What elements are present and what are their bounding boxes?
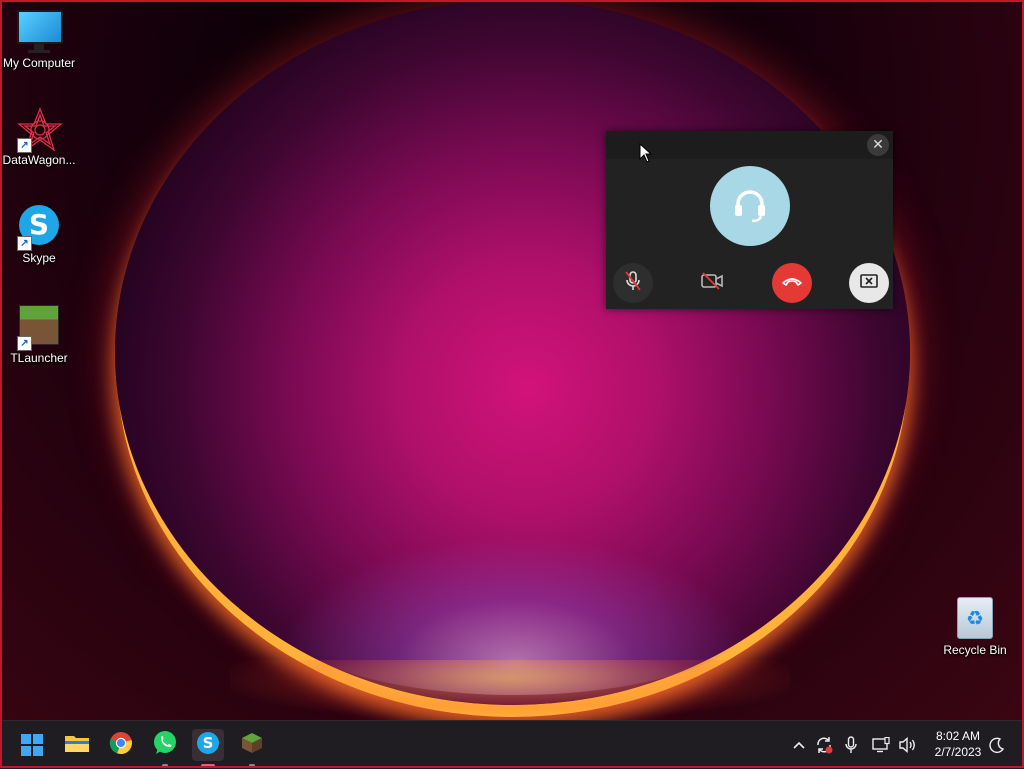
desktop-icon-recycle-bin[interactable]: ♻ Recycle Bin (935, 597, 1015, 657)
camera-off-icon (700, 271, 724, 296)
mute-microphone-button[interactable] (613, 263, 653, 303)
clock-date: 2/7/2023 (934, 745, 982, 759)
taskbar-skype[interactable]: S (192, 729, 224, 767)
svg-text:S: S (203, 734, 214, 752)
desktop-icon-tlauncher[interactable]: ↗ TLauncher (0, 302, 79, 365)
desktop-icon-label: Skype (22, 251, 56, 265)
desktop-icon-datawagon[interactable]: ↗ DataWagon... (0, 107, 79, 167)
taskbar-tlauncher[interactable] (236, 729, 268, 767)
desktop-icon-label: My Computer (2, 56, 76, 70)
screen-exit-icon (860, 273, 878, 293)
focus-moon-icon[interactable] (986, 721, 1008, 769)
wallpaper-glow (230, 660, 790, 720)
toggle-camera-button[interactable] (692, 263, 732, 303)
show-hidden-icons-chevron-icon[interactable] (788, 721, 810, 769)
taskbar-file-explorer[interactable] (61, 729, 93, 761)
microphone-icon[interactable] (840, 721, 862, 769)
desktop-icon-label: DataWagon... (2, 153, 76, 167)
skype-icon: S (196, 731, 220, 760)
wallpaper-bloom (115, 0, 910, 705)
volume-icon[interactable] (896, 721, 920, 769)
recycle-bin-icon: ♻ (953, 597, 997, 641)
running-indicator (249, 764, 255, 767)
datawagon-icon: ↗ (17, 107, 63, 153)
end-call-button[interactable] (772, 263, 812, 303)
whatsapp-icon (152, 730, 178, 761)
phone-hangup-icon (781, 274, 803, 292)
headset-icon (710, 166, 790, 246)
windows-icon (21, 734, 43, 756)
folder-icon (64, 732, 90, 759)
close-icon[interactable]: ✕ (867, 134, 889, 156)
mouse-cursor-icon (639, 142, 653, 168)
sync-icon[interactable] (812, 721, 836, 769)
shortcut-arrow-icon: ↗ (17, 336, 32, 351)
desktop-icon-label: Recycle Bin (943, 643, 1007, 657)
clock-time: 8:02 AM (935, 729, 981, 743)
taskbar-whatsapp[interactable] (149, 729, 181, 767)
skype-icon: S ↗ (17, 205, 61, 251)
monitor-icon (17, 10, 63, 54)
minecraft-block-icon: ↗ (17, 305, 61, 351)
network-icon[interactable] (870, 721, 892, 769)
shortcut-arrow-icon: ↗ (17, 236, 32, 251)
desktop-wallpaper (0, 0, 1024, 720)
running-indicator (162, 764, 168, 767)
minecraft-block-icon (240, 731, 264, 760)
minimize-call-button[interactable] (849, 263, 889, 303)
running-indicator (201, 764, 215, 767)
shortcut-arrow-icon: ↗ (17, 138, 32, 153)
taskbar-chrome[interactable] (105, 729, 137, 761)
desktop-icon-skype[interactable]: S ↗ Skype (0, 205, 79, 265)
mic-off-icon (623, 270, 643, 297)
desktop-icon-my-computer[interactable]: My Computer (0, 10, 79, 70)
chrome-icon (109, 731, 133, 760)
desktop-icon-label: TLauncher (10, 351, 68, 365)
taskbar-clock[interactable]: 8:02 AM 2/7/2023 (925, 728, 991, 760)
taskbar: S 8:02 AM 2/7/2023 (0, 720, 1024, 769)
start-button[interactable] (16, 729, 48, 761)
